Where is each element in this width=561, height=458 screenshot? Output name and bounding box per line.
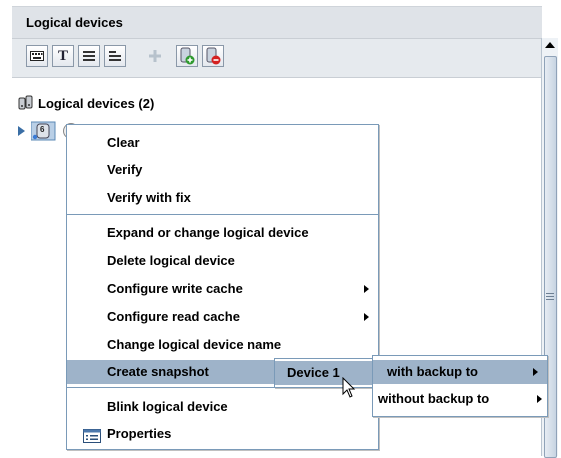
devices-group-icon: [18, 94, 34, 113]
menu-item-blink-logical-device[interactable]: Blink logical device: [67, 395, 378, 419]
submenu-arrow-icon: [364, 313, 369, 321]
properties-icon: [83, 427, 101, 451]
text-icon[interactable]: T: [52, 45, 74, 67]
remove-device-icon[interactable]: [202, 45, 224, 67]
context-menu: Clear Verify Verify with fix Expand or c…: [66, 124, 379, 450]
submenu-item-without-backup-to[interactable]: without backup to: [373, 387, 547, 411]
expand-arrow-icon[interactable]: [18, 126, 25, 136]
tree-root-label: Logical devices (2): [38, 96, 155, 111]
add-device-icon[interactable]: [176, 45, 198, 67]
submenu-arrow-icon: [533, 368, 538, 376]
menu-item-properties[interactable]: Properties: [67, 422, 378, 446]
logical-devices-panel: Logical devices T Logical devices (2) 6 …: [0, 0, 561, 458]
toolbar: T: [12, 38, 542, 78]
submenu-arrow-icon: [364, 285, 369, 293]
scroll-grip: [546, 296, 554, 297]
menu-item-delete-logical-device[interactable]: Delete logical device: [67, 249, 378, 273]
menu-item-configure-read-cache[interactable]: Configure read cache: [67, 305, 378, 329]
submenu-devices: Device 1: [274, 358, 374, 388]
scroll-grip: [546, 299, 554, 300]
menu-item-configure-write-cache[interactable]: Configure write cache: [67, 277, 378, 301]
logical-device-icon: 6: [30, 121, 57, 141]
details-view-icon[interactable]: [104, 45, 126, 67]
panel-title: Logical devices: [12, 6, 542, 38]
submenu-item-device-1[interactable]: Device 1: [275, 361, 373, 385]
device-badge: 6: [40, 125, 45, 134]
keyboard-icon[interactable]: [26, 45, 48, 67]
mouse-cursor-icon: [342, 376, 356, 402]
scroll-grip: [546, 293, 554, 294]
submenu-backup: with backup to without backup to: [372, 355, 548, 417]
menu-item-verify-with-fix[interactable]: Verify with fix: [67, 186, 378, 210]
list-view-icon[interactable]: [78, 45, 100, 67]
menu-item-change-name[interactable]: Change logical device name: [67, 333, 378, 357]
scroll-up-arrow-icon[interactable]: [545, 42, 555, 48]
menu-separator: [67, 214, 378, 215]
submenu-item-with-backup-to[interactable]: with backup to: [373, 360, 547, 384]
add-icon[interactable]: [144, 45, 166, 67]
menu-item-verify[interactable]: Verify: [67, 158, 378, 182]
menu-item-expand-or-change[interactable]: Expand or change logical device: [67, 221, 378, 245]
menu-item-clear[interactable]: Clear: [67, 131, 378, 155]
tree-root[interactable]: Logical devices (2): [18, 94, 154, 113]
submenu-arrow-icon: [537, 395, 542, 403]
